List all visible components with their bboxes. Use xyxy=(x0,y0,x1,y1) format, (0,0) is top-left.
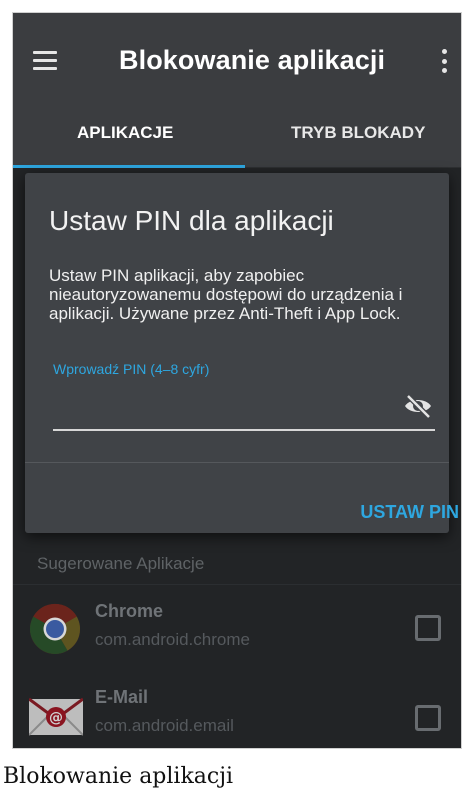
app-checkbox[interactable] xyxy=(415,705,441,731)
tab-aplikacje[interactable]: APLIKACJE xyxy=(77,123,173,143)
app-name: Chrome xyxy=(95,601,164,621)
pin-input[interactable] xyxy=(53,403,435,431)
app-title: Blokowanie aplikacji xyxy=(119,45,386,75)
dialog-message: Ustaw PIN aplikacji, aby zapobiec nieaut… xyxy=(49,266,403,323)
list-item-chrome[interactable]: Chrome com.android.chrome xyxy=(13,593,461,677)
app-package: com.android.email xyxy=(95,716,234,735)
list-item-email[interactable]: @ E-Mail com.android.email xyxy=(13,677,461,748)
dialog-title: Ustaw PIN dla aplikacji xyxy=(49,205,334,236)
hamburger-icon[interactable] xyxy=(33,51,57,70)
tab-tryb-blokady[interactable]: TRYB BLOKADY xyxy=(291,123,425,143)
app-package: com.android.chrome xyxy=(95,630,250,649)
section-divider xyxy=(13,584,461,585)
app-checkbox[interactable] xyxy=(415,615,441,641)
svg-text:@: @ xyxy=(49,710,63,726)
set-pin-dialog: Ustaw PIN dla aplikacji Ustaw PIN aplika… xyxy=(25,173,459,533)
set-pin-button[interactable]: USTAW PIN xyxy=(360,502,459,523)
pin-hint: Wprowadź PIN (4–8 cyfr) xyxy=(53,361,210,377)
tab-bar: APLIKACJE TRYB BLOKADY xyxy=(13,109,461,167)
app-name: E-Mail xyxy=(95,687,149,707)
app-screen: Blokowanie aplikacji APLIKACJE TRYB BLOK… xyxy=(12,12,462,749)
dialog-divider xyxy=(25,462,449,463)
chrome-icon xyxy=(29,603,81,654)
more-vert-icon[interactable] xyxy=(441,49,447,73)
email-icon: @ xyxy=(29,697,83,736)
eye-off-icon[interactable] xyxy=(403,393,433,419)
section-title: Sugerowane Aplikacje xyxy=(37,554,205,573)
toolbar: Blokowanie aplikacji xyxy=(13,13,461,109)
screen-caption: Blokowanie aplikacji xyxy=(3,764,234,789)
